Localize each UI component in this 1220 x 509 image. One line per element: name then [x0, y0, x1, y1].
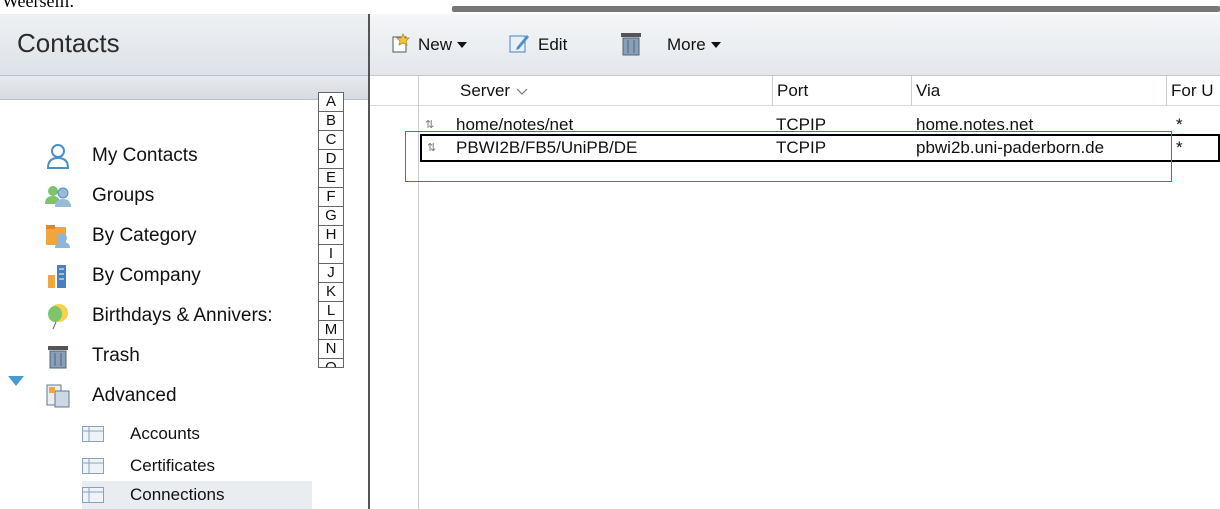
nav-label: Accounts — [130, 424, 200, 443]
new-button[interactable]: New — [390, 31, 468, 59]
column-header-via[interactable]: Via — [912, 76, 940, 106]
nav-item-connections[interactable]: Connections — [82, 481, 312, 509]
navigator-header: Contacts — [0, 14, 368, 76]
nav-item-by-company[interactable]: By Company — [44, 259, 201, 293]
alpha-letter[interactable]: N — [318, 339, 344, 359]
nav-label: Trash — [92, 345, 140, 366]
alpha-letter[interactable]: I — [318, 244, 344, 264]
column-header-row: Server Port Via For U — [370, 76, 1220, 106]
new-label: New — [418, 35, 453, 54]
category-icon — [44, 222, 72, 250]
alpha-letter[interactable]: D — [318, 149, 344, 169]
cell-via: home.notes.net — [916, 115, 1034, 131]
alpha-letter[interactable]: L — [318, 301, 344, 321]
table-icon — [82, 487, 104, 503]
column-separator — [418, 76, 419, 106]
column-header-port[interactable]: Port — [773, 76, 808, 106]
table-icon — [82, 426, 104, 442]
connection-icon: ⇅ — [425, 119, 435, 131]
nav-label: My Contacts — [92, 145, 198, 166]
more-button[interactable]: More — [667, 31, 721, 59]
nav-label: Connections — [130, 485, 225, 504]
delete-button[interactable] — [620, 31, 642, 59]
cell-server: home/notes/net — [456, 115, 574, 131]
company-icon — [44, 262, 72, 290]
table-icon — [82, 458, 104, 474]
alpha-letter[interactable]: A — [318, 92, 344, 112]
alpha-letter[interactable]: B — [318, 111, 344, 131]
nav-item-certificates[interactable]: Certificates — [82, 452, 215, 480]
column-header-server[interactable]: Server — [456, 76, 528, 106]
nav-label: Birthdays & Annivers: — [92, 305, 273, 326]
column-header-for[interactable]: For U — [1167, 76, 1214, 106]
edit-label: Edit — [538, 35, 568, 54]
chevron-down-icon — [457, 42, 468, 48]
column-label: Via — [916, 81, 941, 100]
nav-label: Groups — [92, 185, 155, 206]
alpha-index: A B C D E F G H I J K L M N O — [318, 92, 344, 368]
edit-button[interactable]: Edit — [508, 31, 567, 59]
alpha-letter[interactable]: G — [318, 206, 344, 226]
alpha-letter[interactable]: C — [318, 130, 344, 150]
new-document-icon — [390, 32, 410, 58]
chevron-down-icon — [710, 42, 721, 48]
alpha-letter[interactable]: F — [318, 187, 344, 207]
nav-item-birthdays[interactable]: Birthdays & Annivers: — [44, 299, 273, 333]
navigator-subheader — [0, 76, 368, 100]
page-title: Contacts — [17, 28, 120, 58]
advanced-icon — [44, 382, 72, 410]
nav-label: By Company — [92, 265, 201, 286]
trash-icon — [620, 30, 642, 61]
person-icon — [44, 142, 72, 170]
edit-icon — [508, 32, 530, 59]
alpha-letter[interactable]: J — [318, 263, 344, 283]
nav-label: By Category — [92, 225, 197, 246]
column-label: Port — [777, 81, 809, 100]
highlight-annotation — [405, 131, 1172, 182]
nav-item-my-contacts[interactable]: My Contacts — [44, 139, 198, 173]
table-row[interactable]: ⇅ home/notes/net TCPIP home.notes.net * — [420, 113, 1220, 131]
nav-item-by-category[interactable]: By Category — [44, 219, 197, 253]
nav-item-groups[interactable]: Groups — [44, 179, 154, 213]
cell-for: * — [1176, 115, 1183, 131]
alpha-letter[interactable]: K — [318, 282, 344, 302]
column-label: Server — [460, 81, 511, 100]
column-label: For U — [1171, 81, 1214, 100]
top-strip: Weerseili. — [0, 0, 1220, 14]
alpha-letter[interactable]: H — [318, 225, 344, 245]
expand-twisty-icon[interactable] — [8, 376, 24, 386]
action-bar: New Edit More — [370, 14, 1220, 76]
alpha-letter[interactable]: O — [318, 358, 344, 368]
balloon-icon — [44, 302, 72, 330]
alpha-letter[interactable]: E — [318, 168, 344, 188]
view-pane: New Edit More Server Port Via For U ⇅ ho… — [370, 14, 1220, 509]
cropped-text: Weerseili. — [2, 0, 75, 11]
nav-label: Advanced — [92, 385, 177, 406]
nav-item-accounts[interactable]: Accounts — [82, 420, 200, 448]
cell-port: TCPIP — [776, 115, 827, 131]
nav-item-advanced[interactable]: Advanced — [44, 379, 177, 413]
chevron-down-icon — [516, 81, 528, 101]
trash-icon — [44, 342, 72, 370]
cell-for: * — [1176, 138, 1183, 157]
nav-label: Certificates — [130, 456, 216, 475]
nav-item-trash[interactable]: Trash — [44, 339, 140, 373]
alpha-letter[interactable]: M — [318, 320, 344, 340]
horizontal-scrollbar[interactable] — [452, 6, 1220, 12]
more-label: More — [667, 35, 706, 54]
group-icon — [44, 182, 72, 210]
